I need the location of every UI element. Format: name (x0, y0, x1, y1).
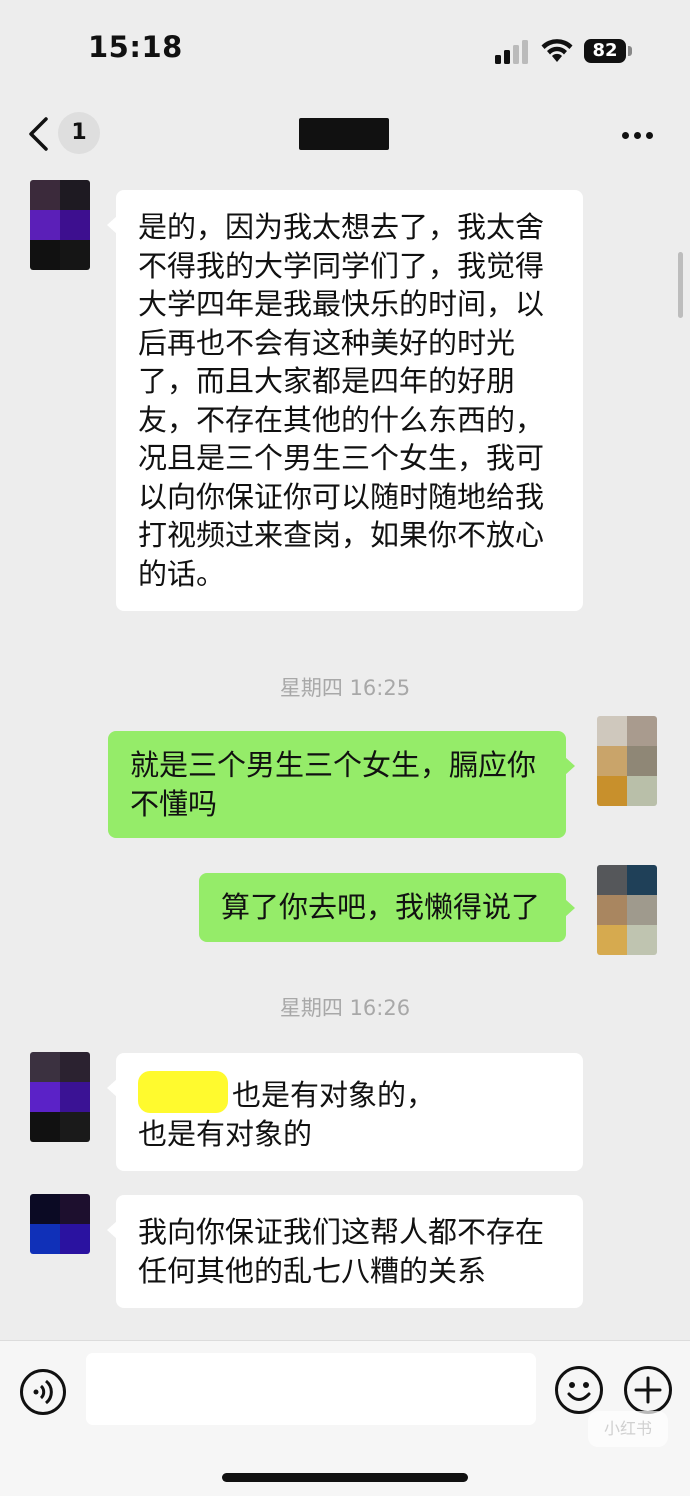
message-bubble-incoming[interactable]: 是的，因为我太想去了，我太舍不得我的大学同学们了，我觉得大学四年是我最快乐的时间… (107, 190, 583, 611)
contact-avatar[interactable] (30, 1194, 90, 1254)
wifi-icon (541, 39, 573, 62)
message-text: 是的，因为我太想去了，我太舍不得我的大学同学们了，我觉得大学四年是我最快乐的时间… (138, 210, 545, 591)
my-avatar[interactable] (597, 716, 657, 806)
message-text: 也是有对象的 (138, 1116, 313, 1151)
chat-header: 1 (0, 100, 690, 170)
status-bar: 15:18 82 (0, 0, 690, 100)
message-text: 也是有对象的， (232, 1078, 436, 1112)
emoji-button[interactable] (555, 1366, 603, 1414)
more-options-icon[interactable] (622, 124, 662, 140)
redacted-name (138, 1071, 228, 1113)
message-bubble-outgoing[interactable]: 算了你去吧，我懒得说了 (199, 873, 575, 942)
message-text: 就是三个男生三个女生，膈应你不懂吗 (130, 748, 537, 821)
watermark: 小红书 (588, 1411, 668, 1447)
message-bubble-incoming[interactable]: 也是有对象的， 也是有对象的 (107, 1053, 583, 1171)
contact-avatar[interactable] (30, 180, 90, 270)
message-bubble-incoming[interactable]: 我向你保证我们这帮人都不存在任何其他的乱七八糟的关系 (107, 1195, 583, 1308)
voice-wave-icon (33, 1379, 53, 1405)
input-bar: 小红书 (0, 1340, 690, 1496)
my-avatar[interactable] (597, 865, 657, 955)
status-time: 15:18 (88, 30, 183, 64)
home-indicator[interactable] (222, 1473, 468, 1482)
more-actions-button[interactable] (624, 1366, 672, 1414)
back-chevron-icon[interactable] (26, 116, 50, 152)
timestamp: 星期四 16:25 (279, 676, 411, 700)
scrollbar[interactable] (678, 252, 683, 318)
cellular-signal-icon (495, 40, 528, 64)
battery-cap-icon (628, 46, 632, 56)
voice-input-button[interactable] (20, 1369, 66, 1415)
message-bubble-outgoing[interactable]: 就是三个男生三个女生，膈应你不懂吗 (108, 731, 575, 838)
message-text: 我向你保证我们这帮人都不存在任何其他的乱七八糟的关系 (138, 1215, 545, 1288)
plus-icon (634, 1376, 662, 1404)
timestamp: 星期四 16:26 (279, 996, 411, 1020)
chat-title-redacted (299, 118, 389, 150)
smiley-icon (567, 1382, 591, 1401)
message-text: 算了你去吧，我懒得说了 (221, 890, 541, 924)
contact-avatar[interactable] (30, 1052, 90, 1142)
battery-level: 82 (584, 39, 626, 63)
unread-count-badge[interactable]: 1 (58, 112, 100, 154)
message-input[interactable] (86, 1353, 536, 1425)
